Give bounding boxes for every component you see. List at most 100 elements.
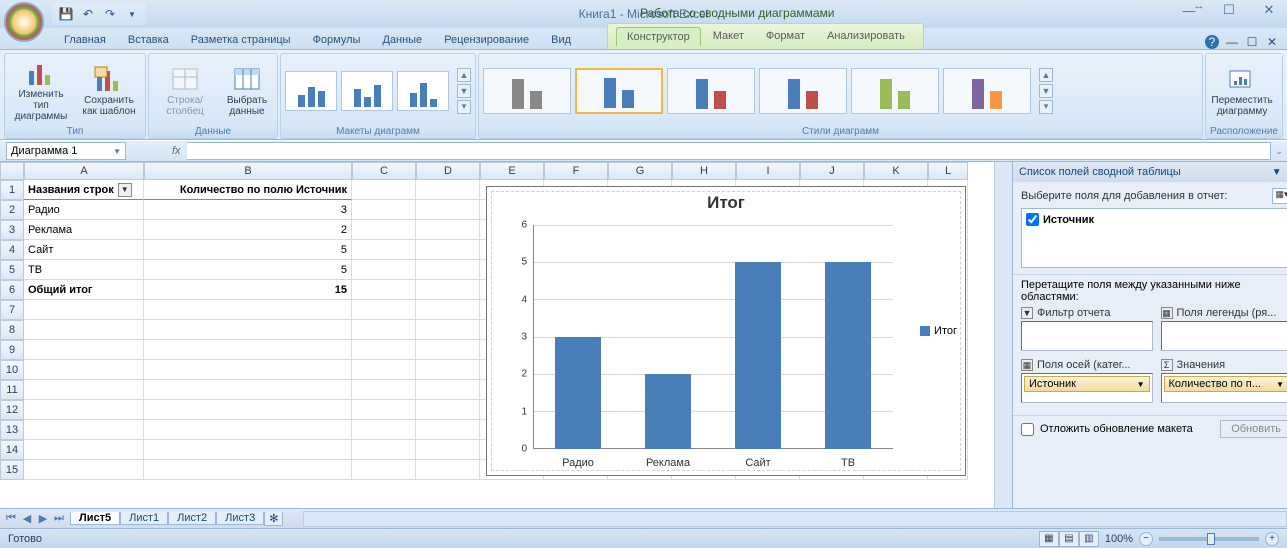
area-legend-fields-box[interactable] [1161,321,1287,351]
save-as-template-button[interactable]: Сохранить как шаблон [77,62,141,120]
zoom-slider[interactable] [1159,537,1259,541]
cell[interactable] [416,320,480,340]
horizontal-scrollbar[interactable] [303,511,1287,527]
cell[interactable] [416,360,480,380]
tab-layout[interactable]: Макет [703,27,754,46]
cell[interactable] [416,420,480,440]
cell[interactable] [352,180,416,200]
cell[interactable] [416,340,480,360]
vertical-scrollbar[interactable] [994,162,1012,508]
formula-input[interactable] [187,142,1271,160]
qat-dropdown-icon[interactable]: ▼ [124,6,140,22]
move-chart-button[interactable]: Переместить диаграмму [1210,62,1274,120]
chart-bar[interactable] [555,337,601,449]
row-header[interactable]: 8 [0,320,24,340]
page-break-view-button[interactable]: ▥ [1079,531,1099,547]
field-checkbox-source[interactable] [1026,213,1039,226]
zoom-in-button[interactable]: + [1265,532,1279,546]
cell[interactable] [24,420,144,440]
cell[interactable] [416,240,480,260]
cell[interactable] [352,280,416,300]
cell[interactable]: Общий итог [24,280,144,300]
field-item-source[interactable]: Источник [1026,213,1287,226]
cell[interactable] [352,320,416,340]
chevron-down-icon[interactable]: ▼ [1276,380,1284,389]
cell[interactable] [144,320,352,340]
sheet-tab-3[interactable]: Лист3 [216,512,264,525]
cell[interactable] [24,380,144,400]
undo-icon[interactable]: ↶ [80,6,96,22]
cell[interactable] [416,260,480,280]
row-header[interactable]: 4 [0,240,24,260]
chart-style-5[interactable] [851,68,939,114]
cell[interactable] [416,220,480,240]
col-header-A[interactable]: A [24,162,144,180]
tab-data[interactable]: Данные [372,31,432,49]
office-button[interactable] [4,2,44,42]
cell[interactable] [352,380,416,400]
ribbon-close-icon[interactable]: ✕ [1265,35,1279,49]
tab-page-layout[interactable]: Разметка страницы [181,31,301,49]
cell[interactable] [352,300,416,320]
chart-bar[interactable] [735,262,781,449]
col-header-G[interactable]: G [608,162,672,180]
chart-styles-down-icon[interactable]: ▼ [1039,84,1053,98]
row-header[interactable]: 7 [0,300,24,320]
chart-layouts-more-icon[interactable]: ▾ [457,100,471,114]
chart-layouts-up-icon[interactable]: ▲ [457,68,471,82]
cell[interactable] [416,280,480,300]
cell[interactable] [24,340,144,360]
chevron-down-icon[interactable]: ▼ [1137,380,1145,389]
cell[interactable] [416,400,480,420]
cell[interactable]: 5 [144,240,352,260]
cell[interactable] [144,420,352,440]
page-layout-view-button[interactable]: ▤ [1059,531,1079,547]
chart-style-6[interactable] [943,68,1031,114]
new-sheet-button[interactable]: ✻ [264,512,283,526]
zoom-level[interactable]: 100% [1105,533,1133,545]
row-header[interactable]: 15 [0,460,24,480]
cell[interactable] [352,420,416,440]
cell[interactable] [352,340,416,360]
chart-style-1[interactable] [483,68,571,114]
defer-update-checkbox[interactable] [1021,423,1034,436]
redo-icon[interactable]: ↷ [102,6,118,22]
cell[interactable]: 15 [144,280,352,300]
col-header-I[interactable]: I [736,162,800,180]
cell[interactable] [416,380,480,400]
cell[interactable] [352,360,416,380]
chart-styles-up-icon[interactable]: ▲ [1039,68,1053,82]
chart-style-3[interactable] [667,68,755,114]
tab-design[interactable]: Конструктор [616,27,701,46]
cell[interactable]: Количество по полю Источник [144,180,352,200]
cell[interactable] [352,400,416,420]
field-list-layout-button[interactable]: ▦▾ [1272,188,1287,204]
col-header-J[interactable]: J [800,162,864,180]
sheet-nav-last-icon[interactable]: ⏭ [52,512,66,525]
cell[interactable] [144,360,352,380]
cell[interactable]: Сайт [24,240,144,260]
chart-styles-more-icon[interactable]: ▾ [1039,100,1053,114]
tab-view[interactable]: Вид [541,31,581,49]
col-header-K[interactable]: K [864,162,928,180]
field-list-dropdown-icon[interactable]: ▼ [1272,167,1282,178]
cell[interactable] [416,200,480,220]
tab-analyze[interactable]: Анализировать [817,27,915,46]
sheet-tab-2[interactable]: Лист2 [168,512,216,525]
row-header[interactable]: 14 [0,440,24,460]
row-header[interactable]: 3 [0,220,24,240]
name-box[interactable]: Диаграмма 1 ▼ [6,142,126,160]
cell[interactable] [352,260,416,280]
cell[interactable] [352,240,416,260]
chart-bar[interactable] [825,262,871,449]
zoom-out-button[interactable]: − [1139,532,1153,546]
col-header-F[interactable]: F [544,162,608,180]
col-header-B[interactable]: B [144,162,352,180]
values-field-item[interactable]: Количество по п...▼ [1164,376,1287,392]
cell[interactable] [416,180,480,200]
area-report-filter-box[interactable] [1021,321,1153,351]
cell[interactable] [352,200,416,220]
sheet-nav-prev-icon[interactable]: ◀ [20,512,34,525]
sheet-tab-active[interactable]: Лист5 [70,512,120,525]
sheet-nav-next-icon[interactable]: ▶ [36,512,50,525]
